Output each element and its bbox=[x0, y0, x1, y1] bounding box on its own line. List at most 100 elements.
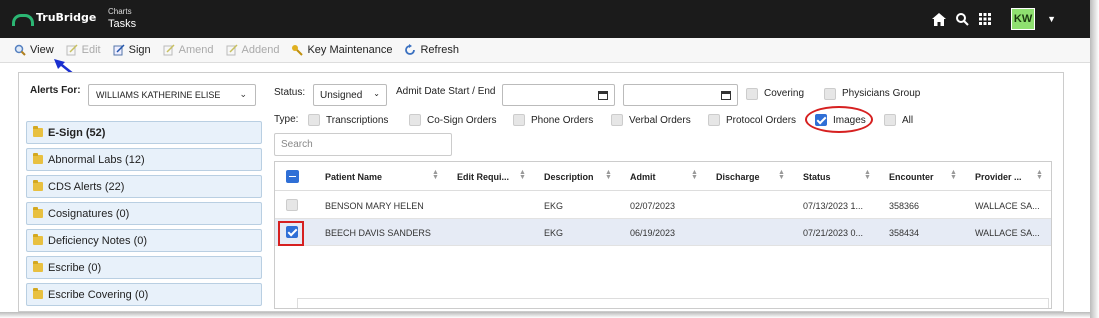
sort-icon[interactable]: ▲ ▼ bbox=[864, 169, 871, 181]
physicians-group-label: Physicians Group bbox=[842, 88, 921, 99]
column-header-edit-required[interactable]: Edit Requi... bbox=[457, 172, 509, 182]
amend-button[interactable]: Amend bbox=[163, 44, 214, 56]
alert-item-label: Escribe (0) bbox=[48, 261, 102, 274]
chevron-down-icon: ⌄ bbox=[373, 89, 380, 98]
table-row[interactable]: BEECH DAVIS SANDERS EKG 06/19/2023 07/21… bbox=[275, 219, 1051, 246]
cosign-orders-checkbox[interactable] bbox=[409, 114, 421, 126]
frame-shadow bbox=[1090, 0, 1099, 318]
transcriptions-label: Transcriptions bbox=[326, 115, 389, 126]
trubridge-logo-icon bbox=[12, 12, 34, 26]
key-icon bbox=[292, 45, 304, 56]
frame-shadow bbox=[0, 312, 1090, 318]
alerts-user-value: WILLIAMS KATHERINE ELISE bbox=[96, 90, 221, 100]
cell-status: 07/13/2023 1... bbox=[803, 201, 864, 211]
folder-icon bbox=[33, 126, 43, 137]
protocol-orders-checkbox[interactable] bbox=[708, 114, 720, 126]
edit-label: Edit bbox=[81, 44, 101, 56]
admit-end-date-input[interactable] bbox=[623, 84, 738, 106]
user-avatar[interactable]: KW bbox=[1011, 8, 1036, 30]
brand-name: TruBridge bbox=[36, 11, 97, 24]
tasks-grid: Patient Name ▲ ▼ Edit Requi... ▲ ▼ Descrip… bbox=[274, 161, 1052, 309]
alert-item-label: Abnormal Labs (12) bbox=[48, 153, 145, 166]
covering-label: Covering bbox=[764, 88, 805, 99]
admit-date-label: Admit Date Start / End bbox=[396, 86, 496, 97]
apps-grid-icon[interactable] bbox=[979, 13, 992, 25]
admit-start-date-input[interactable] bbox=[502, 84, 615, 106]
status-label: Status: bbox=[274, 87, 306, 98]
covering-checkbox[interactable] bbox=[746, 88, 758, 100]
edit-icon bbox=[66, 44, 78, 56]
alert-item-label: Cosignatures (0) bbox=[48, 207, 130, 220]
chevron-down-icon: ⌄ bbox=[239, 89, 247, 99]
alert-item-abnormal-labs[interactable]: Abnormal Labs (12) bbox=[26, 148, 262, 171]
refresh-button[interactable]: Refresh bbox=[404, 44, 459, 56]
sort-icon[interactable]: ▲ ▼ bbox=[605, 169, 612, 181]
brand-logo[interactable]: TruBridge bbox=[12, 11, 97, 26]
alert-item-label: Escribe Covering (0) bbox=[48, 288, 149, 301]
cell-status: 07/21/2023 0... bbox=[803, 228, 864, 238]
grid-footer bbox=[297, 298, 1049, 308]
addend-button[interactable]: Addend bbox=[226, 44, 279, 56]
chevron-down-icon[interactable]: ▼ bbox=[1047, 14, 1056, 24]
grid-header: Patient Name ▲ ▼ Edit Requi... ▲ ▼ Descrip… bbox=[275, 162, 1051, 191]
alert-item-escribe[interactable]: Escribe (0) bbox=[26, 256, 262, 279]
cell-admit: 02/07/2023 bbox=[630, 201, 676, 211]
refresh-icon bbox=[405, 44, 416, 55]
alert-item-cosignatures[interactable]: Cosignatures (0) bbox=[26, 202, 262, 225]
verbal-orders-checkbox[interactable] bbox=[611, 114, 623, 126]
key-maintenance-button[interactable]: Key Maintenance bbox=[291, 44, 392, 56]
cell-encounter: 358434 bbox=[889, 228, 920, 238]
folder-icon bbox=[33, 180, 43, 191]
column-header-provider[interactable]: Provider ... bbox=[975, 172, 1022, 182]
view-label: View bbox=[30, 44, 54, 56]
phone-orders-checkbox[interactable] bbox=[513, 114, 525, 126]
edit-button[interactable]: Edit bbox=[66, 44, 101, 56]
sign-button[interactable]: Sign bbox=[113, 44, 151, 56]
status-value: Unsigned bbox=[320, 89, 363, 101]
view-button[interactable]: View bbox=[14, 44, 54, 56]
column-header-patient-name[interactable]: Patient Name bbox=[325, 172, 382, 182]
column-header-status[interactable]: Status bbox=[803, 172, 831, 182]
key-maintenance-label: Key Maintenance bbox=[307, 44, 393, 56]
sort-icon[interactable]: ▲ ▼ bbox=[1036, 169, 1043, 181]
sort-icon[interactable]: ▲ ▼ bbox=[519, 169, 526, 181]
folder-icon bbox=[33, 288, 43, 299]
search-icon[interactable] bbox=[956, 12, 969, 26]
all-checkbox[interactable] bbox=[884, 114, 896, 126]
refresh-label: Refresh bbox=[420, 44, 459, 56]
sort-icon[interactable]: ▲ ▼ bbox=[778, 169, 785, 181]
alert-item-esign[interactable]: E-Sign (52) bbox=[26, 121, 262, 144]
alert-item-escribe-covering[interactable]: Escribe Covering (0) bbox=[26, 283, 262, 306]
sort-icon[interactable]: ▲ ▼ bbox=[691, 169, 698, 181]
cell-provider: WALLACE SA... bbox=[975, 228, 1040, 238]
breadcrumb-parent[interactable]: Charts bbox=[108, 8, 136, 16]
home-icon[interactable] bbox=[932, 12, 947, 26]
amend-icon bbox=[163, 44, 175, 56]
sort-icon[interactable]: ▲ ▼ bbox=[432, 169, 439, 181]
annotation-highlight-ellipse bbox=[805, 106, 873, 133]
cell-description: EKG bbox=[544, 201, 564, 211]
physicians-group-checkbox[interactable] bbox=[824, 88, 836, 100]
table-row[interactable]: BENSON MARY HELEN EKG 02/07/2023 07/13/2… bbox=[275, 192, 1051, 219]
alerts-user-select[interactable]: WILLIAMS KATHERINE ELISE ⌄ bbox=[88, 84, 256, 106]
select-all-checkbox[interactable] bbox=[286, 170, 299, 183]
search-placeholder: Search bbox=[281, 139, 313, 150]
alert-item-deficiency-notes[interactable]: Deficiency Notes (0) bbox=[26, 229, 262, 252]
alert-item-cds-alerts[interactable]: CDS Alerts (22) bbox=[26, 175, 262, 198]
row-checkbox[interactable] bbox=[286, 199, 298, 211]
transcriptions-checkbox[interactable] bbox=[308, 114, 320, 126]
column-header-description[interactable]: Description bbox=[544, 172, 594, 182]
search-input[interactable]: Search bbox=[274, 133, 452, 156]
column-header-admit[interactable]: Admit bbox=[630, 172, 656, 182]
status-select[interactable]: Unsigned ⌄ bbox=[313, 84, 387, 106]
type-label: Type: bbox=[274, 114, 299, 125]
sort-icon[interactable]: ▲ ▼ bbox=[950, 169, 957, 181]
breadcrumb: Charts Tasks bbox=[108, 8, 136, 30]
annotation-highlight-box bbox=[278, 221, 304, 246]
calendar-icon[interactable] bbox=[721, 90, 731, 100]
folder-icon bbox=[33, 234, 43, 245]
column-header-encounter[interactable]: Encounter bbox=[889, 172, 934, 182]
calendar-icon[interactable] bbox=[598, 90, 608, 100]
top-app-bar: TruBridge Charts Tasks KW ▼ bbox=[0, 0, 1090, 38]
column-header-discharge[interactable]: Discharge bbox=[716, 172, 760, 182]
